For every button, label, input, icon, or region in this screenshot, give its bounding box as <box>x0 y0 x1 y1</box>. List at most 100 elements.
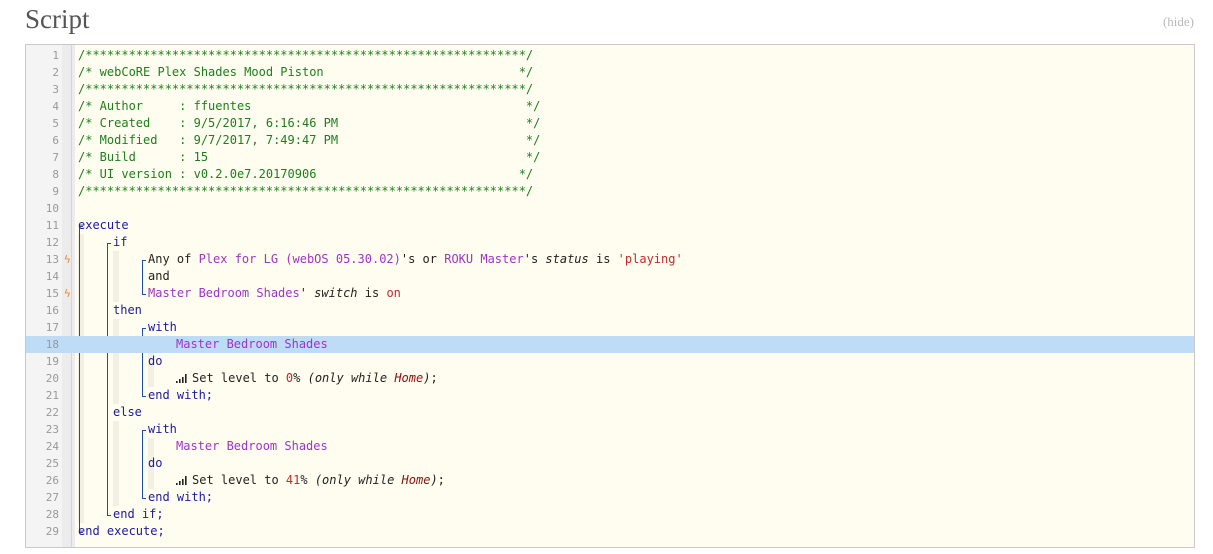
line-number: 17 <box>45 321 59 334</box>
code-line[interactable]: 13 ϟ Any of Plex for LG (webOS 05.30.02)'s… <box>26 251 1194 268</box>
code-token: /***************************************… <box>78 48 534 62</box>
line-number: 14 <box>45 270 59 283</box>
code-text: Set level to 41% (only while Home); <box>176 472 445 489</box>
code-token: with <box>148 320 177 334</box>
code-token: (only while <box>307 371 395 385</box>
code-text: and <box>148 268 170 285</box>
code-token: Set level to <box>192 371 286 385</box>
code-token: is <box>357 286 387 300</box>
trigger-bolt-icon: ϟ <box>64 287 71 300</box>
code-token: Home <box>394 371 424 385</box>
code-token: execute <box>78 218 129 232</box>
trigger-bolt-icon: ϟ <box>64 253 71 266</box>
line-number: 4 <box>52 100 59 113</box>
code-token: then <box>113 303 142 317</box>
line-number: 11 <box>45 219 59 232</box>
code-token: else <box>113 405 142 419</box>
code-token: /***************************************… <box>78 184 534 198</box>
line-number: 15 <box>45 287 59 300</box>
code-line[interactable]: 18 Master Bedroom Shades <box>26 336 1194 353</box>
code-line[interactable]: 29 end execute; <box>26 523 1194 540</box>
code-token: Set level to <box>192 473 286 487</box>
code-line[interactable]: 19 do <box>26 353 1194 370</box>
code-token: status <box>545 252 589 266</box>
code-line[interactable]: 5 /* Created : 9/5/2017, 6:16:46 PM */ <box>26 115 1194 132</box>
code-token: Master Bedroom Shades <box>176 439 328 453</box>
line-number: 19 <box>45 355 59 368</box>
code-line[interactable]: 21 end with; <box>26 387 1194 404</box>
code-text: /* Build : 15 */ <box>78 149 540 166</box>
line-number: 24 <box>45 440 59 453</box>
code-token: switch <box>314 286 358 300</box>
code-token: Master Bedroom Shades <box>176 337 328 351</box>
code-text: end with; <box>148 387 213 404</box>
code-token: /* Created : 9/5/2017, 6:16:46 PM */ <box>78 116 541 130</box>
signal-bars-icon <box>176 476 187 485</box>
code-line[interactable]: 17 with <box>26 319 1194 336</box>
hide-link[interactable]: (hide) <box>1163 14 1194 30</box>
code-line[interactable]: 20 Set level to 0% (only while Home); <box>26 370 1194 387</box>
line-number: 5 <box>52 117 59 130</box>
code-token: with <box>148 422 177 436</box>
code-line[interactable]: 23 with <box>26 421 1194 438</box>
code-line[interactable]: 7 /* Build : 15 */ <box>26 149 1194 166</box>
line-number: 18 <box>45 338 59 351</box>
code-line[interactable]: 16 then <box>26 302 1194 319</box>
code-token: /* webCoRE Plex Shades Mood Piston */ <box>78 65 534 79</box>
line-number: 13 <box>45 253 59 266</box>
code-token: /* Build : 15 */ <box>78 150 541 164</box>
line-number: 27 <box>45 491 59 504</box>
code-line[interactable]: 24 Master Bedroom Shades <box>26 438 1194 455</box>
line-number: 23 <box>45 423 59 436</box>
code-line[interactable]: 25 do <box>26 455 1194 472</box>
code-token: end if; <box>113 507 164 521</box>
code-text: /* Author : ffuentes */ <box>78 98 540 115</box>
line-number: 22 <box>45 406 59 419</box>
code-token: end execute; <box>78 524 165 538</box>
code-line[interactable]: 1 /**************************************… <box>26 47 1194 64</box>
code-line[interactable]: 28 end if; <box>26 506 1194 523</box>
code-token: /* Modified : 9/7/2017, 7:49:47 PM */ <box>78 133 541 147</box>
code-token: on <box>386 286 401 300</box>
code-text: do <box>148 353 162 370</box>
code-token: Master Bedroom Shades <box>148 286 300 300</box>
code-line[interactable]: 26 Set level to 41% (only while Home); <box>26 472 1194 489</box>
line-number: 8 <box>52 168 59 181</box>
code-token: ' <box>299 286 315 300</box>
code-line[interactable]: 3 /**************************************… <box>26 81 1194 98</box>
code-token: end with; <box>148 490 214 504</box>
code-line[interactable]: 2 /* webCoRE Plex Shades Mood Piston */ <box>26 64 1194 81</box>
line-number: 25 <box>45 457 59 470</box>
page-title: Script <box>25 4 90 34</box>
code-token: do <box>148 354 163 368</box>
code-line[interactable]: 12 if <box>26 234 1194 251</box>
code-text: if <box>113 234 127 251</box>
code-line[interactable]: 15 ϟ Master Bedroom Shades' switch is on <box>26 285 1194 302</box>
code-line[interactable]: 4 /* Author : ffuentes */ <box>26 98 1194 115</box>
line-number: 2 <box>52 66 59 79</box>
code-token: is <box>588 252 618 266</box>
code-token: do <box>148 456 163 470</box>
code-token: ; <box>437 473 445 487</box>
code-text: do <box>148 455 162 472</box>
code-text: Master Bedroom Shades <box>176 438 328 455</box>
code-line[interactable]: 22 else <box>26 404 1194 421</box>
code-token: Any of <box>148 252 199 266</box>
code-token: 's <box>523 252 546 266</box>
code-line[interactable]: 9 /**************************************… <box>26 183 1194 200</box>
code-text: with <box>148 421 177 438</box>
code-line[interactable]: 14 and <box>26 268 1194 285</box>
code-token: % <box>293 371 308 385</box>
code-token: end with; <box>148 388 214 402</box>
line-number: 9 <box>52 185 59 198</box>
code-line[interactable]: 8 /* UI version : v0.2.0e7.20170906 */ <box>26 166 1194 183</box>
code-token: 'playing' <box>617 252 683 266</box>
code-line[interactable]: 27 end with; <box>26 489 1194 506</box>
code-text: /***************************************… <box>78 47 533 64</box>
code-text: end with; <box>148 489 213 506</box>
code-line[interactable]: 6 /* Modified : 9/7/2017, 7:49:47 PM */ <box>26 132 1194 149</box>
code-text: then <box>113 302 142 319</box>
code-text: /***************************************… <box>78 81 533 98</box>
code-line[interactable]: 10 <box>26 200 1194 217</box>
code-line[interactable]: 11 execute <box>26 217 1194 234</box>
